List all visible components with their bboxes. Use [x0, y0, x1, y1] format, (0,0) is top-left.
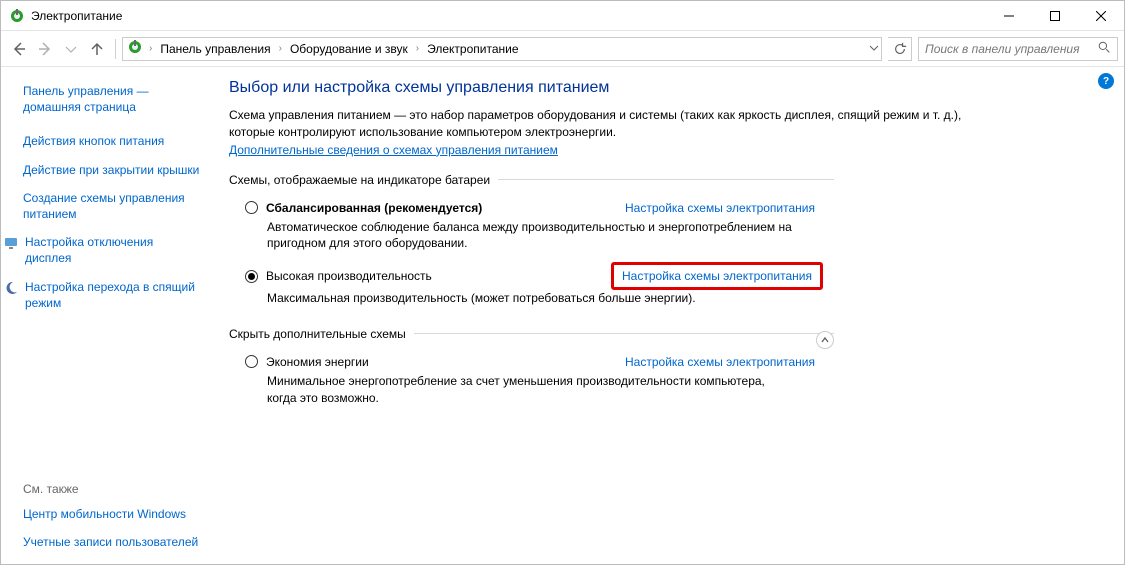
chevron-right-icon[interactable]: ›	[279, 43, 282, 54]
display-icon	[3, 235, 19, 255]
breadcrumb-item[interactable]: Оборудование и звук	[288, 42, 410, 56]
up-button[interactable]	[85, 37, 109, 61]
window-title: Электропитание	[31, 9, 122, 23]
sidebar-link[interactable]: Учетные записи пользователей	[23, 534, 201, 550]
minimize-button[interactable]	[986, 1, 1032, 31]
nav-separator	[115, 39, 116, 59]
close-button[interactable]	[1078, 1, 1124, 31]
breadcrumb-item[interactable]: Электропитание	[425, 42, 520, 56]
navigation-bar: › Панель управления › Оборудование и зву…	[1, 31, 1124, 67]
plans-hidden-group: Скрыть дополнительные схемы Экономия эне…	[229, 327, 834, 417]
see-also-heading: См. также	[23, 482, 201, 496]
recent-dropdown[interactable]	[59, 37, 83, 61]
forward-button[interactable]	[33, 37, 57, 61]
address-bar[interactable]: › Панель управления › Оборудование и зву…	[122, 37, 882, 61]
sidebar-home-link[interactable]: Панель управления — домашняя страница	[23, 83, 201, 115]
power-app-icon	[9, 8, 25, 24]
window-controls	[986, 1, 1124, 31]
plan-radio-balanced[interactable]: Сбалансированная (рекомендуется)	[245, 201, 482, 215]
search-icon	[1098, 41, 1111, 57]
collapse-button[interactable]	[816, 331, 834, 349]
help-button[interactable]: ?	[1098, 73, 1114, 89]
search-placeholder: Поиск в панели управления	[925, 42, 1098, 56]
radio-icon	[245, 270, 258, 283]
plan-high-performance: Высокая производительность Настройка схе…	[229, 262, 834, 317]
radio-icon	[245, 355, 258, 368]
page-title: Выбор или настройка схемы управления пит…	[229, 79, 1094, 97]
title-bar: Электропитание	[1, 1, 1124, 31]
plan-description: Минимальное энергопотребление за счет ум…	[267, 373, 797, 407]
group-legend: Схемы, отображаемые на индикаторе батаре…	[229, 173, 498, 187]
plan-radio-high[interactable]: Высокая производительность	[245, 269, 432, 283]
breadcrumb-item[interactable]: Панель управления	[158, 42, 272, 56]
page-description: Схема управления питанием — это набор па…	[229, 107, 1009, 141]
sidebar-link[interactable]: Действия кнопок питания	[23, 133, 201, 149]
maximize-button[interactable]	[1032, 1, 1078, 31]
learn-more-link[interactable]: Дополнительные сведения о схемах управле…	[229, 143, 558, 157]
plan-description: Максимальная производительность (может п…	[267, 290, 797, 307]
change-plan-link[interactable]: Настройка схемы электропитания	[625, 355, 815, 369]
plan-description: Автоматическое соблюдение баланса между …	[267, 219, 797, 253]
change-plan-link[interactable]: Настройка схемы электропитания	[625, 201, 815, 215]
plan-name: Экономия энергии	[266, 355, 369, 369]
refresh-button[interactable]	[888, 37, 912, 61]
plans-shown-group: Схемы, отображаемые на индикаторе батаре…	[229, 173, 834, 317]
sidebar-link-label: Настройка отключения дисплея	[25, 234, 201, 266]
plan-balanced: Сбалансированная (рекомендуется) Настрой…	[229, 197, 834, 263]
power-app-icon	[127, 39, 143, 58]
search-input[interactable]: Поиск в панели управления	[918, 37, 1118, 61]
sidebar-link[interactable]: Центр мобильности Windows	[23, 506, 201, 522]
chevron-right-icon[interactable]: ›	[149, 43, 152, 54]
main-content: ? Выбор или настройка схемы управления п…	[211, 67, 1124, 564]
sidebar-link-label: Настройка перехода в спящий режим	[25, 279, 201, 311]
sidebar-link[interactable]: Действие при закрытии крышки	[23, 162, 201, 178]
sidebar-link[interactable]: Создание схемы управления питанием	[23, 190, 201, 222]
chevron-right-icon[interactable]: ›	[416, 43, 419, 54]
plan-name: Сбалансированная (рекомендуется)	[266, 201, 482, 215]
sidebar-link-display-off[interactable]: Настройка отключения дисплея	[3, 234, 201, 266]
change-plan-link-highlighted[interactable]: Настройка схемы электропитания	[611, 262, 823, 290]
plan-power-saver: Экономия энергии Настройка схемы электро…	[229, 351, 834, 417]
sidebar: Панель управления — домашняя страница Де…	[1, 67, 211, 564]
group-legend: Скрыть дополнительные схемы	[229, 327, 414, 341]
plan-name: Высокая производительность	[266, 269, 432, 283]
radio-icon	[245, 201, 258, 214]
address-dropdown-icon[interactable]	[869, 42, 879, 56]
sidebar-link-sleep[interactable]: Настройка перехода в спящий режим	[3, 279, 201, 311]
back-button[interactable]	[7, 37, 31, 61]
moon-icon	[3, 280, 19, 300]
plan-radio-saver[interactable]: Экономия энергии	[245, 355, 369, 369]
